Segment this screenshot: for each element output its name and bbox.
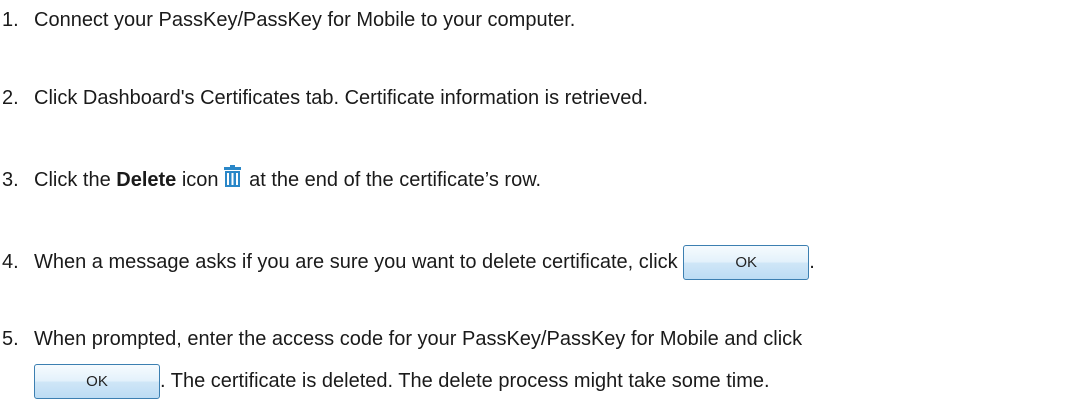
- step-text-after: at the end of the certificate’s row.: [243, 169, 542, 191]
- step-text-after: . The certificate is deleted. The delete…: [160, 369, 770, 392]
- step-text-before: Click the: [34, 169, 117, 191]
- step-number: 1.: [2, 9, 19, 31]
- step-1: 1. Connect your PassKey/PassKey for Mobil…: [2, 8, 575, 32]
- step-number: 2.: [2, 87, 19, 109]
- step-text: When prompted, enter the access code for…: [34, 328, 803, 350]
- step-number: 5.: [2, 328, 19, 350]
- step-2: 2. Click Dashboard's Certificates tab. Ce…: [2, 86, 648, 110]
- ok-button[interactable]: OK: [683, 245, 810, 280]
- step-5: 5. When prompted, enter the access code f…: [2, 327, 802, 351]
- step-text-middle: icon: [176, 169, 219, 191]
- step-4: 4. When a message asks if you are sure yo…: [2, 245, 815, 280]
- step-text: When a message asks if you are sure you …: [34, 250, 684, 273]
- ok-button[interactable]: OK: [34, 364, 160, 399]
- step-text: Connect your PassKey/PassKey for Mobile …: [34, 9, 576, 31]
- step-3: 3. Click the Delete icon at the end of th…: [2, 165, 541, 194]
- step-5-continuation: OK. The certificate is deleted. The dele…: [34, 364, 770, 399]
- step-text: Click Dashboard's Certificates tab. Cert…: [34, 87, 649, 109]
- step-number: 4.: [2, 250, 19, 273]
- step-text-end: .: [809, 250, 815, 273]
- step-number: 3.: [2, 169, 19, 191]
- trash-icon: [223, 165, 241, 194]
- delete-label: Delete: [116, 169, 177, 191]
